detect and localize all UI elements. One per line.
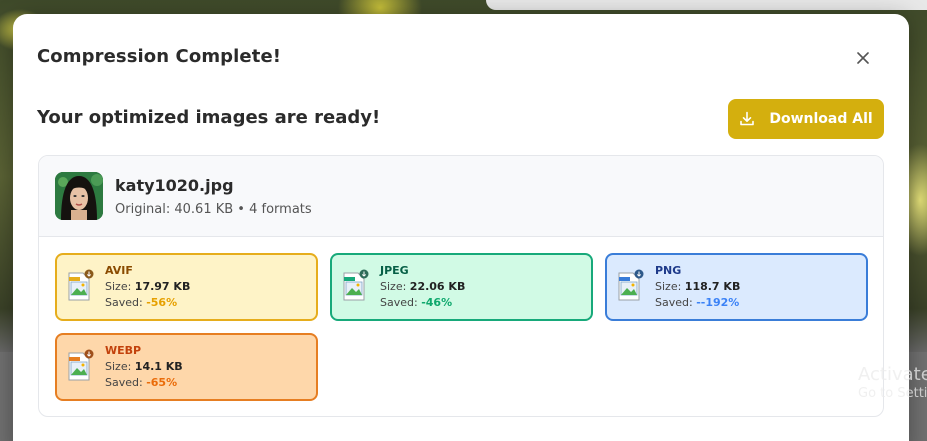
background-search-bar bbox=[486, 0, 927, 10]
image-thumbnail bbox=[55, 172, 103, 220]
format-name: AVIF bbox=[105, 264, 133, 277]
image-file-download-icon bbox=[618, 269, 644, 301]
download-icon bbox=[740, 111, 755, 126]
format-card-jpeg[interactable]: JPEG Size: 22.06 KB Saved: -46% bbox=[330, 253, 593, 321]
format-size: Size: 17.97 KB bbox=[105, 280, 191, 293]
file-name: katy1020.jpg bbox=[115, 176, 234, 195]
image-file-download-icon bbox=[343, 269, 369, 301]
format-name: PNG bbox=[655, 264, 682, 277]
compression-complete-modal: Compression Complete! Your optimized ima… bbox=[13, 14, 909, 441]
format-name: JPEG bbox=[380, 264, 409, 277]
download-all-button[interactable]: Download All bbox=[728, 99, 884, 139]
format-size: Size: 22.06 KB bbox=[380, 280, 466, 293]
format-saved: Saved: -46% bbox=[380, 296, 453, 309]
format-card-webp[interactable]: WEBP Size: 14.1 KB Saved: -65% bbox=[55, 333, 318, 401]
format-size: Size: 14.1 KB bbox=[105, 360, 183, 373]
format-name: WEBP bbox=[105, 344, 142, 357]
image-file-download-icon bbox=[68, 349, 94, 381]
watermark-line-2: Go to Setti bbox=[858, 385, 927, 401]
file-meta: Original: 40.61 KB • 4 formats bbox=[115, 202, 312, 217]
format-card-avif[interactable]: AVIF Size: 17.97 KB Saved: -56% bbox=[55, 253, 318, 321]
format-saved: Saved: -56% bbox=[105, 296, 178, 309]
subtitle: Your optimized images are ready! bbox=[37, 107, 381, 128]
watermark-line-1: Activate bbox=[858, 364, 927, 385]
format-saved: Saved: --192% bbox=[655, 296, 740, 309]
file-header: katy1020.jpg Original: 40.61 KB • 4 form… bbox=[39, 156, 883, 237]
format-card-png[interactable]: PNG Size: 118.7 KB Saved: --192% bbox=[605, 253, 868, 321]
close-icon bbox=[857, 52, 869, 64]
download-all-label: Download All bbox=[769, 111, 873, 127]
format-size: Size: 118.7 KB bbox=[655, 280, 741, 293]
file-result-card: katy1020.jpg Original: 40.61 KB • 4 form… bbox=[38, 155, 884, 417]
activation-watermark: Activate Go to Setti bbox=[858, 364, 927, 401]
modal-title: Compression Complete! bbox=[37, 46, 282, 67]
image-file-download-icon bbox=[68, 269, 94, 301]
close-button[interactable] bbox=[851, 46, 875, 70]
format-saved: Saved: -65% bbox=[105, 376, 178, 389]
